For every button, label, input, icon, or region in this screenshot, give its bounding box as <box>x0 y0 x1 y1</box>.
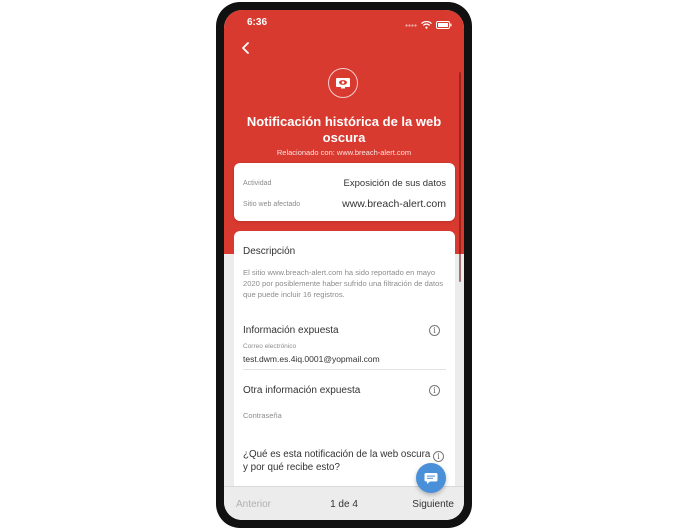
activity-card: Actividad Exposición de sus datos Sitio … <box>234 163 455 221</box>
next-button[interactable]: Siguiente <box>412 499 454 510</box>
related-site: Relacionado con: www.breach-alert.com <box>276 148 412 157</box>
scroll-indicator[interactable] <box>459 72 461 282</box>
activity-label: Actividad <box>243 179 272 187</box>
email-value: test.dwm.es.4iq.0001@yopmail.com <box>243 354 380 364</box>
chat-icon <box>424 472 438 484</box>
divider <box>243 369 446 370</box>
email-label: Correo electrónico <box>243 343 297 350</box>
monitor-eye-icon <box>328 68 358 98</box>
phone-frame: 6:36 Notificación histórica de la web os… <box>216 2 472 528</box>
status-bar: 6:36 <box>224 10 464 34</box>
info-icon[interactable]: i <box>429 325 440 336</box>
password-value: Contraseña <box>243 411 282 420</box>
back-chevron-icon <box>242 42 249 54</box>
app-screen: 6:36 Notificación histórica de la web os… <box>224 10 464 520</box>
description-title: Descripción <box>243 246 296 257</box>
status-time: 6:36 <box>247 17 268 28</box>
affected-site-label: Sitio web afectado <box>243 200 301 208</box>
activity-value: Exposición de sus datos <box>343 177 446 189</box>
page-title: Notificación histórica de la web oscura <box>246 114 442 145</box>
previous-button[interactable]: Anterior <box>236 499 271 510</box>
faq-title[interactable]: ¿Qué es esta notificación de la web oscu… <box>243 449 433 474</box>
info-icon[interactable]: i <box>433 451 444 462</box>
battery-icon <box>436 16 452 34</box>
signal-icon <box>405 16 417 34</box>
other-info-title: Otra información expuesta <box>243 385 361 396</box>
exposed-info-title: Información expuesta <box>243 325 339 336</box>
wifi-icon <box>421 16 432 34</box>
back-button[interactable] <box>238 40 254 56</box>
chat-button[interactable] <box>416 463 446 493</box>
affected-site-value: www.breach-alert.com <box>342 198 446 210</box>
info-icon[interactable]: i <box>429 385 440 396</box>
description-text: El sitio www.breach-alert.com ha sido re… <box>243 268 444 299</box>
